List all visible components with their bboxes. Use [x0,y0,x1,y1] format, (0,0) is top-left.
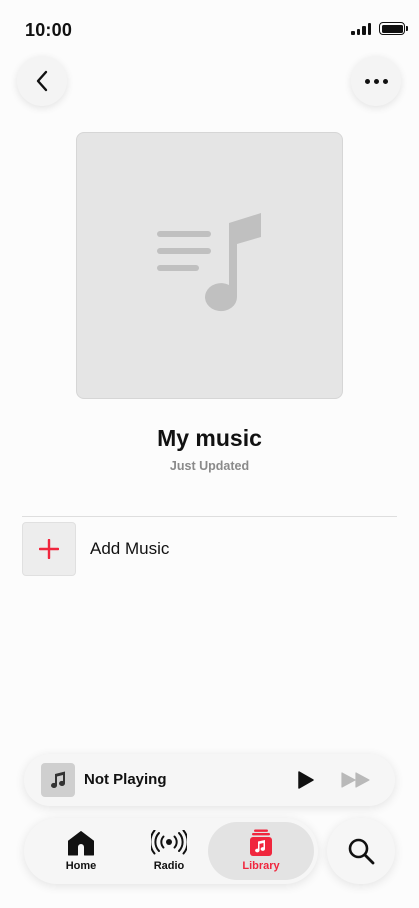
search-icon [348,838,375,865]
fast-forward-icon [341,772,370,788]
tab-home-label: Home [65,860,97,872]
playlist-artwork [76,132,343,399]
more-options-button[interactable] [351,56,401,106]
fast-forward-button[interactable] [340,768,372,792]
status-time: 10:00 [25,20,73,40]
tab-library[interactable]: Library [208,822,314,880]
divider [22,516,397,517]
status-icons [351,22,408,35]
playlist-note-icon [156,212,261,311]
plus-icon [39,539,59,559]
battery-icon [379,22,408,35]
back-button[interactable] [17,56,67,106]
tab-radio[interactable]: Radio [130,822,208,880]
tab-home[interactable]: Home [42,822,120,880]
ellipsis-icon [364,78,388,84]
radio-icon [151,830,187,855]
cellular-signal-icon [351,22,371,35]
library-icon [250,829,272,856]
play-button[interactable] [294,768,318,792]
tab-library-label: Library [242,860,280,872]
add-music-tile[interactable] [22,522,76,576]
status-bar: 10:00 [0,0,419,54]
mini-player-artwork [41,763,75,797]
chevron-left-icon [36,70,48,92]
playlist-subtitle: Just Updated [169,459,250,473]
now-playing-title: Not Playing [84,771,167,788]
tab-radio-label: Radio [153,860,185,872]
add-music-label: Add Music [90,539,170,558]
music-note-icon [51,771,65,789]
home-icon [68,831,94,856]
play-icon [298,771,314,789]
tab-bar: Home Radio Library [24,818,318,884]
add-music-row[interactable]: Add Music [22,522,397,576]
search-button[interactable] [327,818,395,884]
mini-player[interactable]: Not Playing [24,754,395,806]
playlist-title: My music [157,425,262,451]
